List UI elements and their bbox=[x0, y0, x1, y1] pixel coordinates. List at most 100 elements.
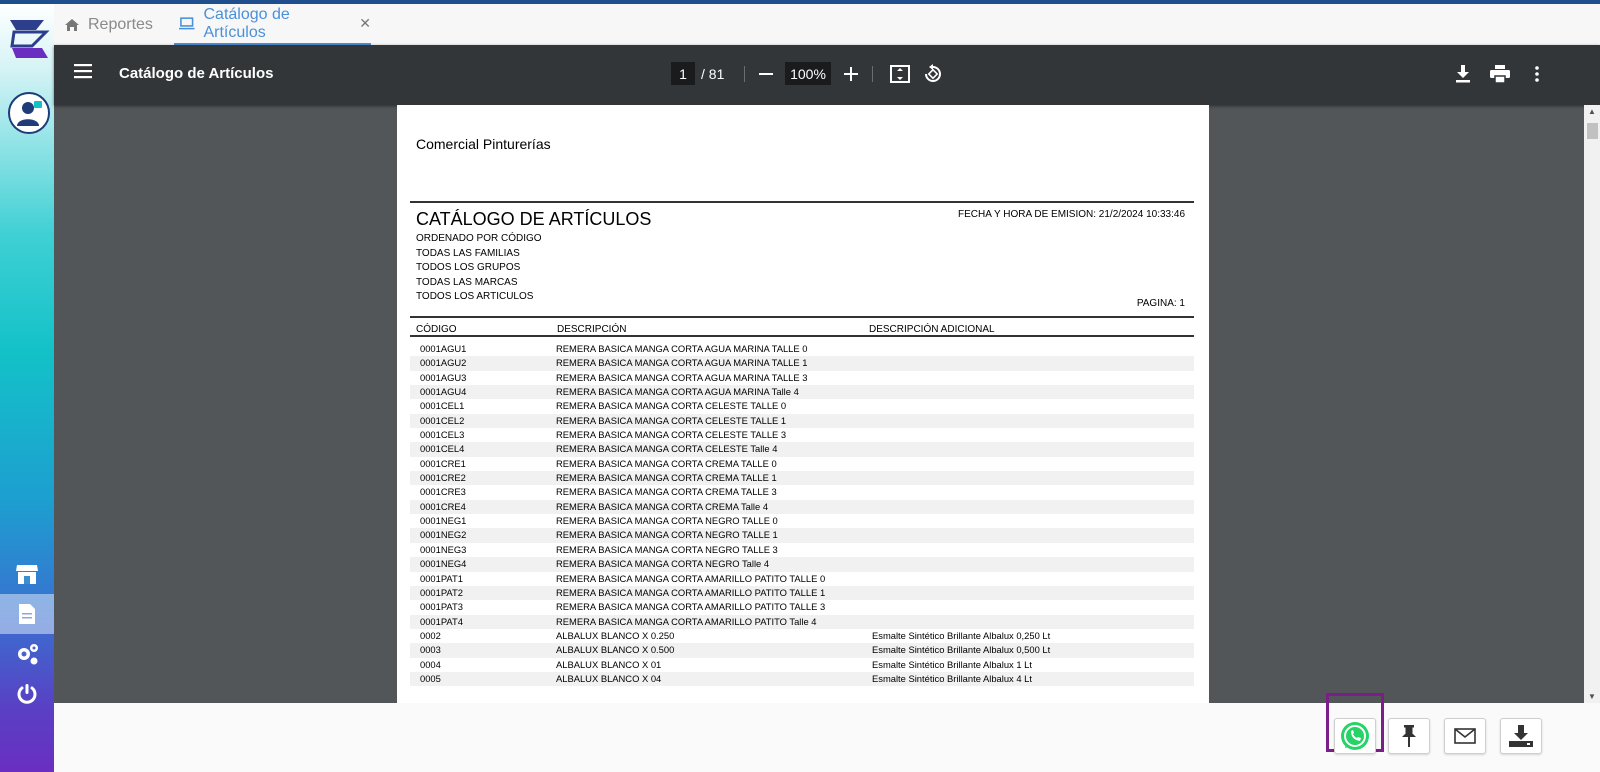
table-row: 0001NEG2 REMERA BASICA MANGA CORTA NEGRO … bbox=[410, 528, 1194, 543]
cell-code: 0001NEG3 bbox=[420, 543, 467, 555]
cell-description: REMERA BASICA MANGA CORTA CREMA TALLE 3 bbox=[556, 486, 777, 498]
app-logo[interactable] bbox=[6, 16, 50, 62]
viewer-toolbar: Catálogo de Artículos 1 / 81 100% bbox=[54, 45, 1600, 105]
fit-page-icon bbox=[890, 65, 910, 83]
tab-catalogo[interactable]: Catálogo de Artículos ✕ bbox=[174, 4, 371, 45]
document-title: CATÁLOGO DE ARTÍCULOS bbox=[416, 209, 652, 229]
cell-description: REMERA BASICA MANGA CORTA CREMA TALLE 1 bbox=[556, 472, 777, 484]
cell-code: 0001CRE2 bbox=[420, 472, 466, 484]
whatsapp-icon bbox=[1341, 722, 1369, 750]
table-row: 0001AGU3 REMERA BASICA MANGA CORTA AGUA M… bbox=[410, 371, 1194, 385]
user-avatar[interactable] bbox=[8, 92, 50, 134]
zoom-out-button[interactable] bbox=[754, 62, 778, 86]
hamburger-icon bbox=[74, 64, 92, 79]
settings-button[interactable] bbox=[0, 634, 54, 674]
action-bar bbox=[54, 693, 1600, 772]
menu-button[interactable] bbox=[74, 63, 94, 84]
minus-icon bbox=[759, 73, 773, 75]
cell-description: REMERA BASICA MANGA CORTA NEGRO TALLE 1 bbox=[556, 529, 778, 541]
scroll-down-arrow-icon[interactable]: ▼ bbox=[1588, 692, 1596, 701]
viewer-title: Catálogo de Artículos bbox=[119, 65, 274, 82]
cell-extra: Esmalte Sintético Brillante Albalux 4 Lt bbox=[872, 672, 1032, 684]
cell-description: ALBALUX BLANCO X 0.500 bbox=[556, 644, 675, 656]
cell-description: REMERA BASICA MANGA CORTA CREMA Talle 4 bbox=[556, 500, 769, 512]
tab-bar: Reportes Catálogo de Artículos ✕ bbox=[54, 4, 1600, 45]
column-header-code: CÓDIGO bbox=[416, 324, 457, 335]
emission-date: FECHA Y HORA DE EMISION: 21/2/2024 10:33… bbox=[958, 209, 1185, 220]
print-button[interactable] bbox=[1488, 62, 1512, 86]
page-indicator: 1 / 81 bbox=[671, 62, 724, 85]
cell-description: REMERA BASICA MANGA CORTA CELESTE TALLE … bbox=[556, 414, 787, 426]
cell-code: 0001NEG1 bbox=[420, 515, 467, 527]
table-row: 0002 ALBALUX BLANCO X 0.250 Esmalte Sintét… bbox=[410, 629, 1194, 643]
home-icon bbox=[65, 18, 79, 31]
gears-icon bbox=[18, 644, 38, 665]
rotate-button[interactable] bbox=[921, 62, 945, 86]
print-icon bbox=[1490, 65, 1510, 83]
cell-description: REMERA BASICA MANGA CORTA AMARILLO PATIT… bbox=[556, 586, 826, 598]
store-icon bbox=[16, 565, 38, 584]
cell-code: 0005 bbox=[420, 672, 441, 684]
sidebar bbox=[0, 4, 54, 772]
cell-code: 0001CEL1 bbox=[420, 400, 465, 412]
whatsapp-button[interactable] bbox=[1334, 718, 1376, 754]
reports-button[interactable] bbox=[0, 594, 54, 634]
cell-code: 0001PAT4 bbox=[420, 615, 463, 627]
email-button[interactable] bbox=[1444, 718, 1486, 754]
table-row: 0001CRE3 REMERA BASICA MANGA CORTA CREMA … bbox=[410, 485, 1194, 499]
vertical-scrollbar[interactable]: ▲ ▼ bbox=[1584, 105, 1600, 703]
cell-description: REMERA BASICA MANGA CORTA NEGRO TALLE 0 bbox=[556, 515, 778, 527]
cell-code: 0001PAT3 bbox=[420, 601, 463, 613]
table-row: 0001CRE2 REMERA BASICA MANGA CORTA CREMA … bbox=[410, 471, 1194, 486]
cell-description: REMERA BASICA MANGA CORTA NEGRO Talle 4 bbox=[556, 558, 770, 570]
table-row: 0001PAT4 REMERA BASICA MANGA CORTA AMARIL… bbox=[410, 614, 1194, 629]
zoom-input[interactable]: 100% bbox=[785, 62, 831, 85]
cell-code: 0001AGU4 bbox=[420, 386, 467, 398]
close-tab-icon[interactable]: ✕ bbox=[359, 15, 371, 32]
cell-code: 0001AGU2 bbox=[420, 357, 467, 369]
cell-code: 0001NEG2 bbox=[420, 529, 467, 541]
cell-extra: Esmalte Sintético Brillante Albalux 0,50… bbox=[872, 644, 1051, 656]
plus-icon bbox=[844, 67, 858, 81]
cell-code: 0001PAT1 bbox=[420, 572, 463, 584]
download-icon bbox=[1456, 65, 1470, 83]
scroll-up-arrow-icon[interactable]: ▲ bbox=[1588, 107, 1596, 116]
more-vertical-icon bbox=[1535, 66, 1539, 82]
tab-reportes[interactable]: Reportes bbox=[64, 4, 153, 45]
divider bbox=[410, 335, 1194, 337]
cell-description: REMERA BASICA MANGA CORTA AGUA MARINA TA… bbox=[556, 343, 808, 354]
table-row: 0001AGU1 REMERA BASICA MANGA CORTA AGUA M… bbox=[410, 342, 1194, 356]
pdf-page: Comercial Pinturerías CATÁLOGO DE ARTÍCU… bbox=[397, 105, 1209, 703]
zoom-in-button[interactable] bbox=[839, 62, 863, 86]
table-row: 0001AGU4 REMERA BASICA MANGA CORTA AGUA M… bbox=[410, 385, 1194, 400]
download-button[interactable] bbox=[1451, 62, 1475, 86]
company-name: Comercial Pinturerías bbox=[416, 136, 551, 152]
store-button[interactable] bbox=[0, 554, 54, 594]
cell-code: 0004 bbox=[420, 658, 441, 670]
table-row: 0001CEL1 REMERA BASICA MANGA CORTA CELEST… bbox=[410, 399, 1194, 413]
cell-extra: Esmalte Sintético Brillante Albalux 1 Lt bbox=[872, 658, 1032, 670]
catalog-table: 0001AGU1 REMERA BASICA MANGA CORTA AGUA M… bbox=[410, 342, 1194, 687]
tab-label: Reportes bbox=[88, 15, 153, 33]
cell-description: ALBALUX BLANCO X 04 bbox=[556, 672, 662, 684]
cell-code: 0001AGU1 bbox=[420, 343, 467, 354]
pdf-viewer: Catálogo de Artículos 1 / 81 100% Comerc… bbox=[54, 45, 1600, 703]
table-row: 0003 ALBALUX BLANCO X 0.500 Esmalte Sintét… bbox=[410, 643, 1194, 658]
cell-description: REMERA BASICA MANGA CORTA AGUA MARINA TA… bbox=[556, 371, 808, 383]
table-row: 0001CEL4 REMERA BASICA MANGA CORTA CELEST… bbox=[410, 442, 1194, 457]
cell-code: 0002 bbox=[420, 629, 441, 641]
document-icon bbox=[19, 604, 35, 624]
table-row: 0001PAT2 REMERA BASICA MANGA CORTA AMARIL… bbox=[410, 585, 1194, 601]
fit-page-button[interactable] bbox=[888, 62, 912, 86]
scroll-thumb[interactable] bbox=[1587, 123, 1598, 139]
divider bbox=[410, 316, 1194, 318]
save-download-button[interactable] bbox=[1500, 718, 1542, 754]
cell-description: REMERA BASICA MANGA CORTA CELESTE TALLE … bbox=[556, 400, 787, 412]
pin-button[interactable] bbox=[1388, 718, 1430, 754]
cell-code: 0001CEL4 bbox=[420, 443, 465, 455]
logout-button[interactable] bbox=[0, 674, 54, 714]
column-header-description: DESCRIPCIÓN bbox=[557, 324, 627, 335]
page-number-input[interactable]: 1 bbox=[671, 62, 695, 85]
cell-extra: Esmalte Sintético Brillante Albalux 0,25… bbox=[872, 629, 1051, 641]
more-options-button[interactable] bbox=[1525, 62, 1549, 86]
